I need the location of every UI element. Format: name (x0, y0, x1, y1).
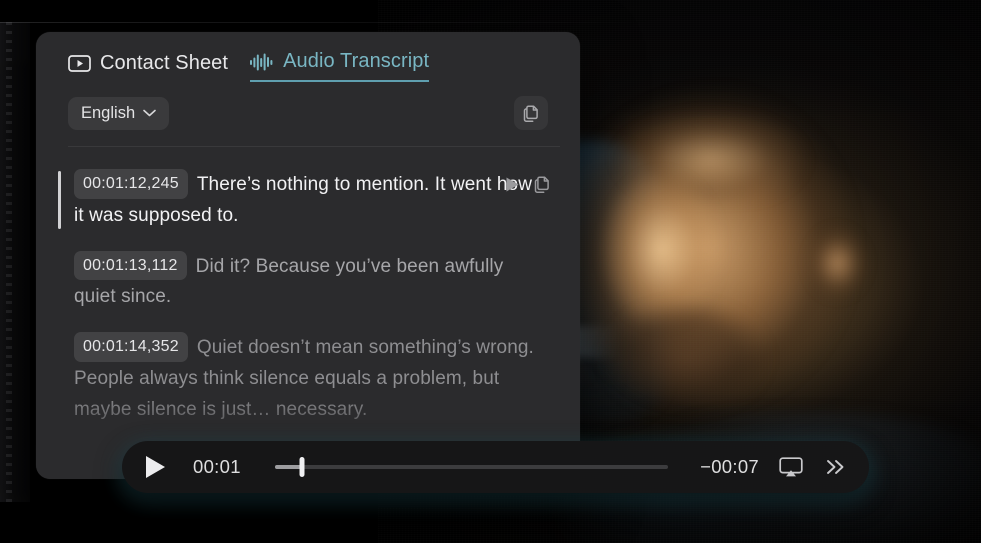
transcript-cue-actions (505, 175, 552, 194)
top-edge-line (0, 22, 640, 23)
transcript-panel: Contact Sheet Audio Transcript English 0… (36, 32, 580, 479)
language-row: English (68, 96, 560, 130)
current-time-label: 00:01 (193, 456, 241, 477)
play-icon[interactable] (146, 456, 165, 478)
transcript-cue[interactable]: 00:01:12,245 There’s nothing to mention. … (36, 169, 560, 232)
chevron-double-right-icon[interactable] (823, 457, 847, 477)
playback-scrubber[interactable] (274, 456, 669, 478)
transcript-cue[interactable]: 00:01:14,352 Quiet doesn’t mean something… (36, 332, 560, 425)
transcript-cue-line: 00:01:13,112 Did it? Because you’ve been … (74, 250, 546, 314)
panel-tabs: Contact Sheet Audio Transcript (68, 50, 560, 82)
transcript-timestamp[interactable]: 00:01:14,352 (74, 332, 188, 362)
transcript-timestamp[interactable]: 00:01:12,245 (74, 169, 188, 199)
video-frame-icon (68, 55, 91, 72)
tab-contact-sheet-label: Contact Sheet (100, 52, 229, 74)
panel-header: Contact Sheet Audio Transcript English (36, 32, 580, 147)
copy-documents-icon[interactable] (533, 175, 552, 194)
scrubber-fill (274, 465, 303, 469)
transcript-cue-line: 00:01:14,352 Quiet doesn’t mean something… (74, 332, 546, 425)
tab-audio-transcript-label: Audio Transcript (283, 50, 430, 72)
active-cue-indicator (58, 171, 61, 229)
copy-all-button[interactable] (514, 96, 548, 130)
audio-player-bar: 00:01 −00:07 (122, 441, 869, 493)
chevron-down-icon (143, 109, 156, 117)
airplay-icon[interactable] (779, 456, 803, 478)
tab-audio-transcript[interactable]: Audio Transcript (250, 50, 430, 82)
transcript-timestamp[interactable]: 00:01:13,112 (74, 250, 187, 281)
play-icon[interactable] (505, 176, 520, 193)
filmstrip-edge (0, 22, 30, 502)
language-selector[interactable]: English (68, 96, 170, 130)
tab-contact-sheet[interactable]: Contact Sheet (68, 52, 228, 82)
language-selector-value: English (81, 103, 136, 122)
transcript-cue[interactable]: 00:01:13,112 Did it? Because you’ve been … (36, 250, 560, 314)
scrubber-track (274, 465, 669, 469)
copy-documents-icon (522, 104, 541, 123)
transcript-cue-line: 00:01:12,245 There’s nothing to mention. … (74, 169, 546, 232)
remaining-time-label: −00:07 (700, 456, 759, 477)
waveform-icon (250, 52, 274, 72)
scrubber-handle[interactable] (299, 457, 305, 477)
transcript-list[interactable]: 00:01:12,245 There’s nothing to mention. … (36, 147, 580, 479)
